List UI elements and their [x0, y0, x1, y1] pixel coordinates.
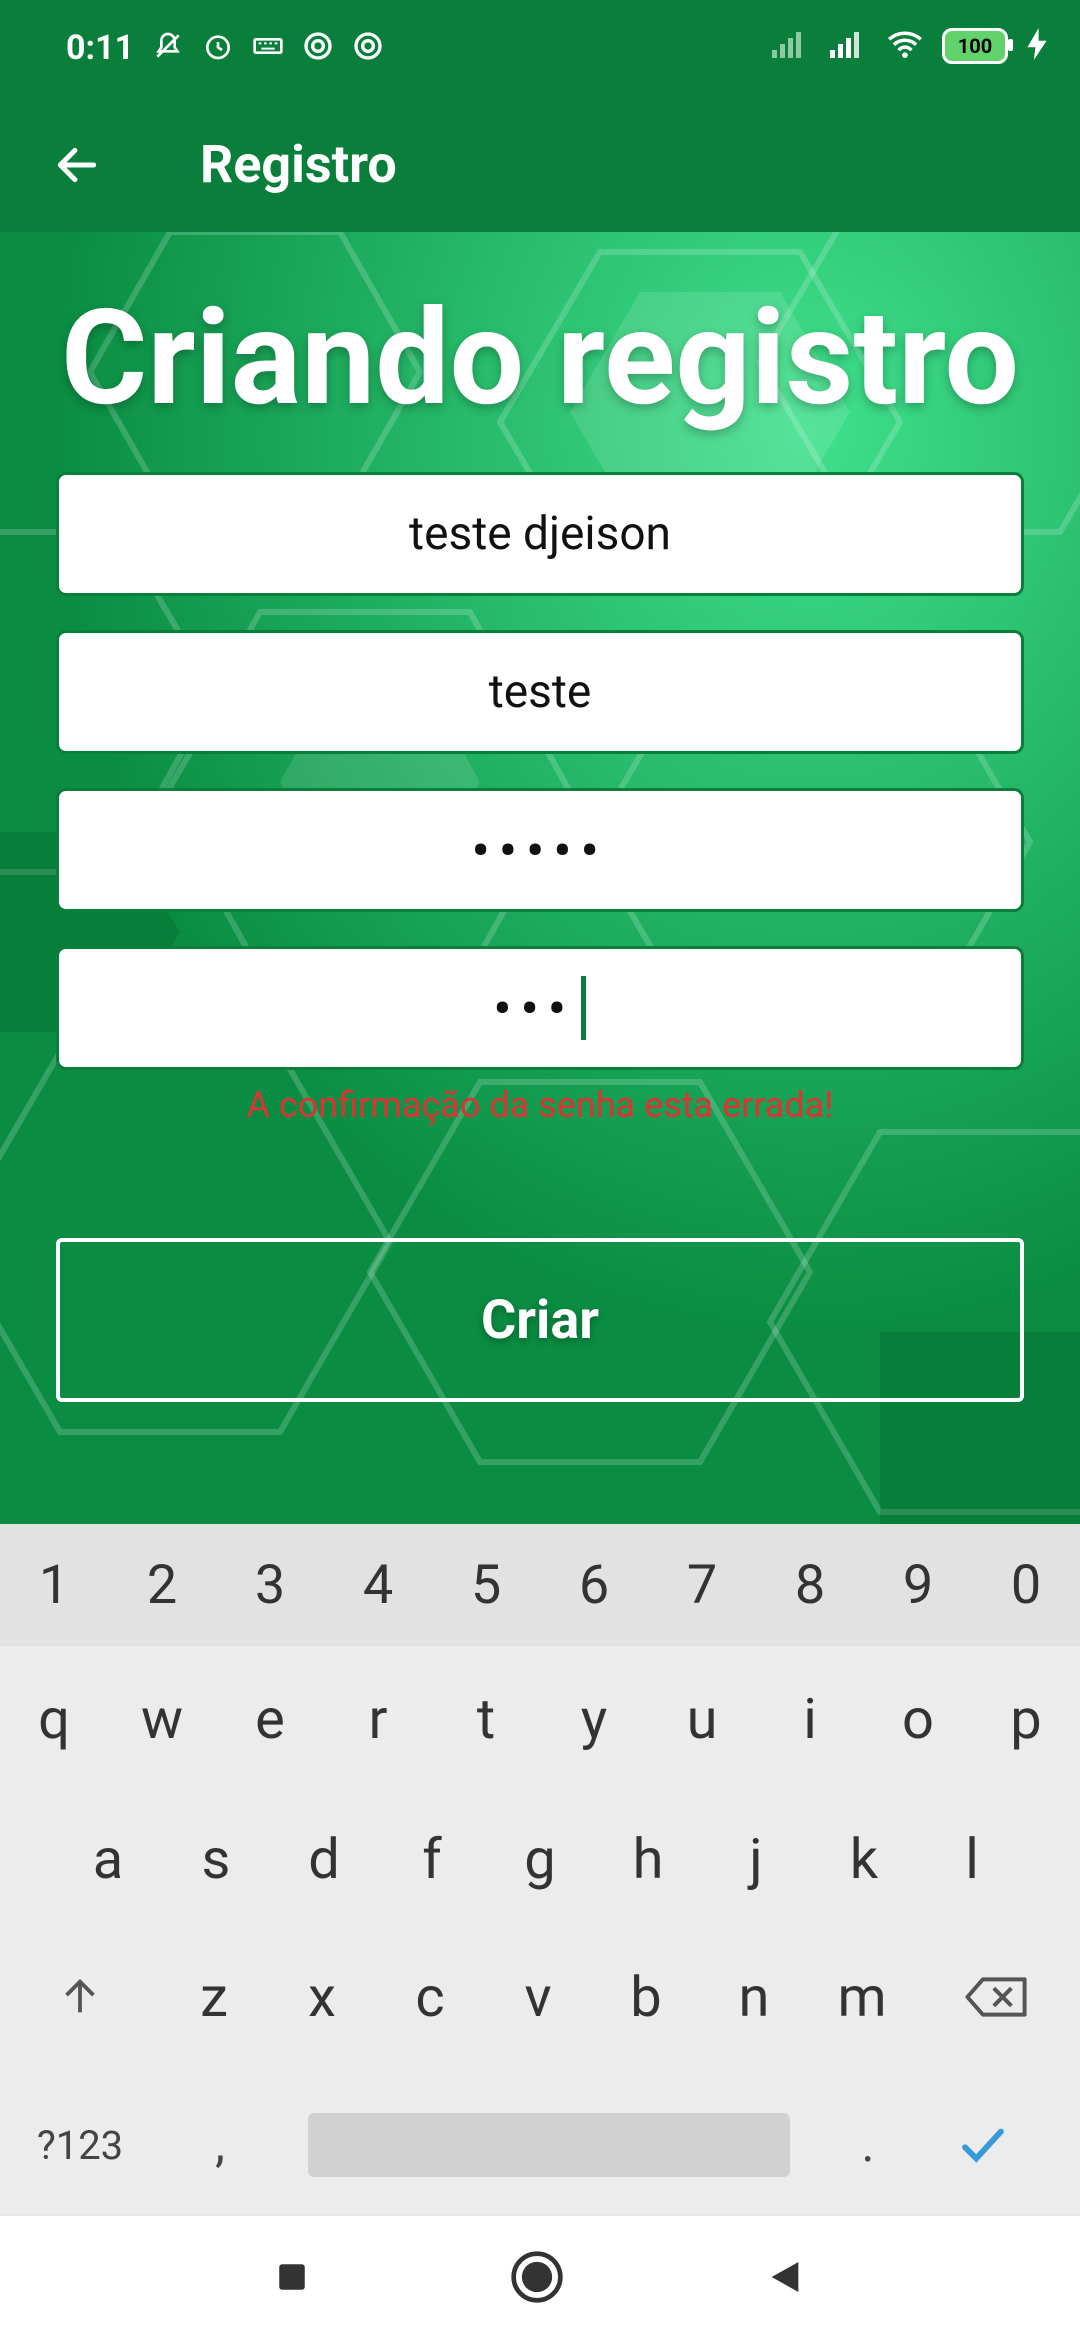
key-u[interactable]: u — [648, 1686, 756, 1752]
key-y[interactable]: y — [540, 1686, 648, 1752]
text-caret — [581, 976, 587, 1040]
key-1[interactable]: 1 — [0, 1554, 108, 1617]
key-j[interactable]: j — [702, 1826, 810, 1892]
password-field[interactable]: ••••• — [56, 788, 1024, 912]
key-5[interactable]: 5 — [432, 1554, 540, 1617]
back-button[interactable] — [42, 130, 112, 200]
shift-key[interactable] — [0, 1974, 160, 2020]
key-n[interactable]: n — [700, 1964, 808, 2030]
key-r[interactable]: r — [324, 1686, 432, 1752]
back-triangle-icon — [771, 2262, 799, 2292]
key-d[interactable]: d — [270, 1826, 378, 1892]
key-l[interactable]: l — [918, 1826, 1026, 1892]
name-field[interactable]: teste djeison — [56, 472, 1024, 596]
key-g[interactable]: g — [486, 1826, 594, 1892]
keyboard-bottom-row: ?123 , . — [0, 2090, 1080, 2200]
charging-icon — [1026, 28, 1048, 64]
key-7[interactable]: 7 — [648, 1554, 756, 1617]
key-c[interactable]: c — [376, 1964, 484, 2030]
key-h[interactable]: h — [594, 1826, 702, 1892]
home-circle-icon — [511, 2251, 563, 2303]
key-x[interactable]: x — [268, 1964, 376, 2030]
comma-key[interactable]: , — [160, 2116, 280, 2174]
key-q[interactable]: q — [0, 1686, 108, 1752]
backspace-icon — [965, 1977, 1027, 2017]
key-w[interactable]: w — [108, 1686, 216, 1752]
page-headline: Criando registro — [61, 282, 1019, 436]
key-8[interactable]: 8 — [756, 1554, 864, 1617]
key-3[interactable]: 3 — [216, 1554, 324, 1617]
password-field-value: ••••• — [471, 821, 609, 879]
create-button[interactable]: Criar — [56, 1238, 1024, 1402]
key-z[interactable]: z — [160, 1964, 268, 2030]
status-icons-right: 100 — [770, 28, 1048, 64]
wifi-icon — [886, 28, 924, 64]
period-key[interactable]: . — [818, 2116, 918, 2174]
key-s[interactable]: s — [162, 1826, 270, 1892]
username-field[interactable]: teste — [56, 630, 1024, 754]
arrow-left-icon — [57, 147, 97, 183]
home-button[interactable] — [509, 2249, 565, 2309]
key-k[interactable]: k — [810, 1826, 918, 1892]
key-2[interactable]: 2 — [108, 1554, 216, 1617]
name-field-value: teste djeison — [409, 507, 671, 561]
key-4[interactable]: 4 — [324, 1554, 432, 1617]
status-time: 0:11 — [66, 28, 135, 68]
vpn-icon-2 — [350, 28, 386, 64]
key-f[interactable]: f — [378, 1826, 486, 1892]
square-icon — [279, 2264, 305, 2290]
space-bar[interactable] — [308, 2113, 790, 2177]
key-p[interactable]: p — [972, 1686, 1080, 1752]
keyboard-row-2: a s d f g h j k l — [0, 1804, 1080, 1914]
keyboard-row-1: q w e r t y u i o p — [0, 1664, 1080, 1774]
checkmark-icon — [962, 2128, 1004, 2163]
key-0[interactable]: 0 — [972, 1554, 1080, 1617]
error-message: A confirmação da senha esta errada! — [246, 1084, 834, 1126]
confirm-password-field[interactable]: ••• — [56, 946, 1024, 1070]
recents-button[interactable] — [275, 2260, 309, 2298]
symbols-key[interactable]: ?123 — [0, 2122, 160, 2169]
alarm-icon — [200, 28, 236, 64]
app-bar-title: Registro — [200, 134, 397, 195]
back-nav-button[interactable] — [765, 2257, 805, 2301]
key-v[interactable]: v — [484, 1964, 592, 2030]
keyboard-number-row: 1 2 3 4 5 6 7 8 9 0 — [0, 1524, 1080, 1646]
status-icons-left — [150, 28, 386, 64]
keyboard-row-3: z x c v b n m — [0, 1942, 1080, 2052]
key-t[interactable]: t — [432, 1686, 540, 1752]
keyboard-icon — [250, 28, 286, 64]
key-9[interactable]: 9 — [864, 1554, 972, 1617]
system-nav-bar — [0, 2214, 1080, 2342]
key-i[interactable]: i — [756, 1686, 864, 1752]
username-field-value: teste — [488, 665, 592, 719]
vpn-icon — [300, 28, 336, 64]
status-bar: 0:11 100 — [0, 0, 1080, 100]
key-a[interactable]: a — [54, 1826, 162, 1892]
soft-keyboard: 1 2 3 4 5 6 7 8 9 0 q w e r t y u i o p … — [0, 1524, 1080, 2214]
register-form-area: Criando registro teste djeison teste •••… — [0, 232, 1080, 1524]
done-key[interactable] — [918, 2118, 1048, 2172]
key-6[interactable]: 6 — [540, 1554, 648, 1617]
create-button-label: Criar — [480, 1288, 600, 1352]
key-b[interactable]: b — [592, 1964, 700, 2030]
signal-icon — [828, 28, 868, 64]
shift-arrow-icon — [65, 1978, 95, 2013]
key-m[interactable]: m — [808, 1964, 916, 2030]
confirm-password-field-value: ••• — [493, 979, 576, 1037]
key-o[interactable]: o — [864, 1686, 972, 1752]
key-e[interactable]: e — [216, 1686, 324, 1752]
signal-no-sim-icon — [770, 28, 810, 64]
battery-icon: 100 — [942, 28, 1013, 64]
mute-icon — [150, 28, 186, 64]
app-bar: Registro — [0, 100, 1080, 232]
backspace-key[interactable] — [916, 1975, 1076, 2019]
